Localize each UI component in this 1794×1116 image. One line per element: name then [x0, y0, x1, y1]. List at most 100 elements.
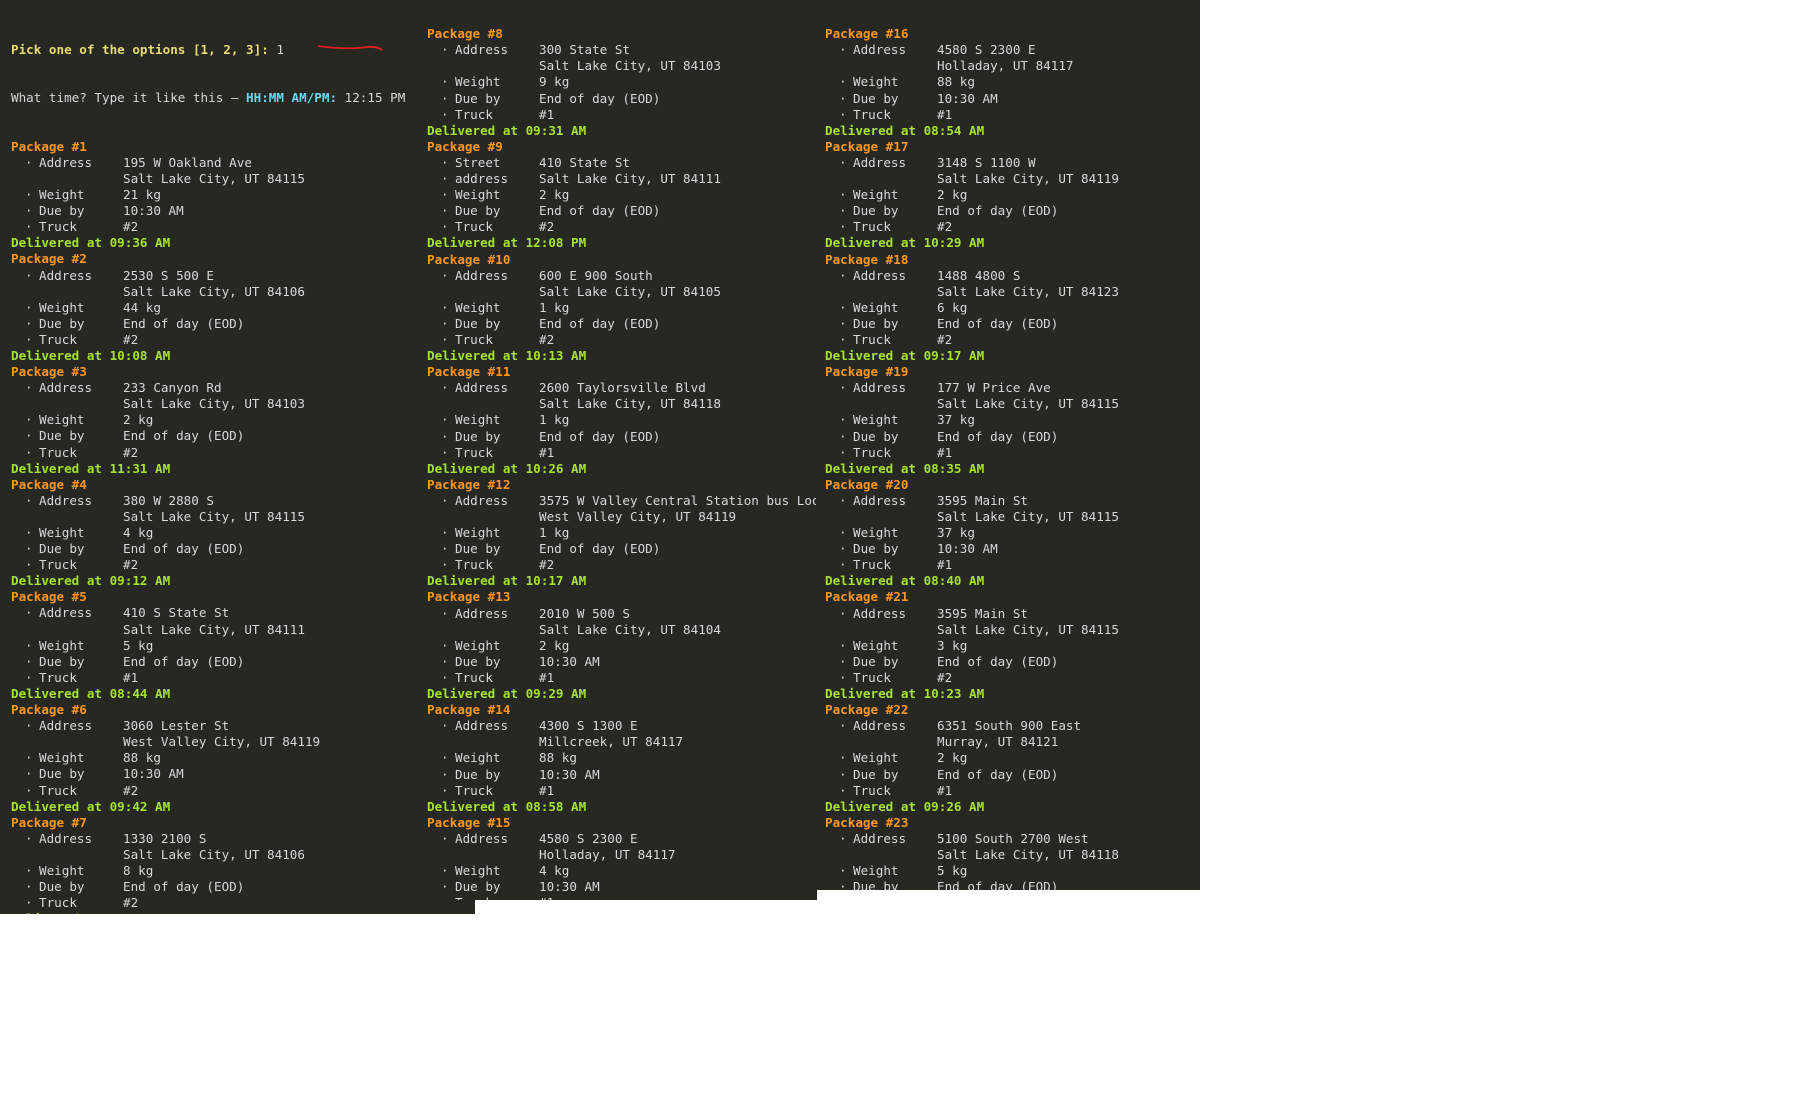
- bullet-icon: ·: [839, 557, 847, 573]
- field-label: Due by: [853, 653, 899, 669]
- field-label: Weight: [455, 299, 501, 315]
- field-value: West Valley City, UT 84119: [123, 734, 321, 750]
- package-block: Package #20 · Address 3595 Main St Salt Lake…: [825, 477, 1119, 590]
- field-label: Address: [39, 154, 93, 170]
- field-label: Truck: [455, 444, 493, 460]
- truck-row: ·Truck#1: [427, 107, 817, 123]
- delivered-status: Delivered at 09:31 AM: [427, 122, 587, 138]
- truck-row: ·Truck#1: [825, 557, 1119, 573]
- due-row: · Due by End of day (EOD): [427, 541, 817, 557]
- field-label: Weight: [455, 750, 501, 766]
- bullet-icon: ·: [441, 299, 449, 315]
- bullet-icon: ·: [441, 605, 449, 621]
- field-label: Due by: [39, 879, 85, 895]
- field-value: Salt Lake City, UT 84115: [123, 508, 305, 524]
- bullet-icon: ·: [441, 669, 449, 685]
- field-label: Weight: [39, 862, 85, 878]
- bullet-icon: ·: [441, 766, 449, 782]
- field-value: #2: [539, 331, 555, 347]
- field-value: 410 State St: [539, 154, 630, 170]
- due-row: · Due by End of day (EOD): [427, 429, 817, 445]
- bullet-icon: ·: [441, 525, 449, 541]
- package-block: Package #22 · Address 6351 South 900 East Mu…: [825, 702, 1119, 815]
- package-block: Package #10 · Address 600 E 900 South Salt L…: [427, 252, 817, 365]
- field-value: #1: [937, 557, 953, 573]
- bullet-icon: ·: [839, 154, 847, 170]
- field-label: Truck: [853, 331, 891, 347]
- bullet-icon: ·: [839, 428, 847, 444]
- address-row-2: Holladay, UT 84117: [427, 847, 817, 863]
- field-value: #2: [539, 219, 555, 235]
- field-value: Salt Lake City, UT 84103: [123, 396, 305, 412]
- weight-row: · Weight 37 kg: [825, 525, 1119, 541]
- field-label: Truck: [455, 331, 493, 347]
- bullet-icon: ·: [25, 895, 33, 911]
- bullet-icon: ·: [25, 782, 33, 798]
- due-row: · Due by End of day (EOD): [825, 767, 1119, 783]
- field-value: 2 kg: [937, 750, 968, 766]
- bullet-icon: ·: [441, 42, 449, 58]
- truck-row: · Truck #2: [825, 332, 1119, 348]
- field-value: 600 E 900 South: [539, 267, 653, 283]
- field-value: 3060 Lester St: [123, 718, 230, 734]
- field-value: Salt Lake City, UT 84105: [539, 283, 721, 299]
- field-value: #2: [539, 557, 555, 573]
- address-row: · Address 177 W Price Ave: [825, 380, 1119, 396]
- delivered-status: Delivered at 09:26 AM: [825, 798, 985, 814]
- package-title: Package #23: [825, 814, 909, 830]
- truck-row: · Truck #2: [427, 332, 817, 348]
- delivered-status: Delivered at 10:08 AM: [11, 347, 171, 363]
- weight-row: · Weight 5 kg: [825, 863, 1119, 879]
- field-value: End of day (EOD): [539, 90, 661, 106]
- bullet-icon: ·: [839, 541, 847, 557]
- field-value: 300 State St: [539, 42, 630, 58]
- bullet-icon: ·: [25, 331, 33, 347]
- weight-row: · Weight 3 kg: [825, 638, 1119, 654]
- field-label: Due by: [853, 428, 899, 444]
- field-label: Truck: [39, 669, 77, 685]
- field-value: 177 W Price Ave: [937, 380, 1051, 396]
- field-value: Salt Lake City, UT 84111: [539, 171, 721, 187]
- truck-row: ·Truck#1: [427, 895, 817, 900]
- address-row: · Address 3595 Main St: [825, 606, 1119, 622]
- truck-row: ·Truck#1: [427, 783, 817, 799]
- field-label: Due by: [455, 879, 501, 895]
- bullet-icon: ·: [839, 750, 847, 766]
- field-value: 88 kg: [123, 750, 161, 766]
- address-row: · Address 3575 W Valley Central Station bu…: [427, 493, 817, 509]
- address-row: · Address 2600 Taylorsville Blvd: [427, 380, 817, 396]
- field-label: Address: [853, 380, 907, 396]
- field-value: 88 kg: [539, 750, 577, 766]
- option-prompt: Pick one of the options [1, 2, 3]:: [11, 42, 269, 58]
- due-row: · Due by End of day (EOD): [427, 91, 817, 107]
- bullet-icon: ·: [441, 74, 449, 90]
- field-value: 4580 S 2300 E: [539, 830, 638, 846]
- bullet-icon: ·: [25, 605, 33, 621]
- field-value: 3148 S 1100 W: [937, 154, 1036, 170]
- bullet-icon: ·: [441, 653, 449, 669]
- package-title: Package #4: [11, 476, 87, 492]
- field-label: Truck: [853, 219, 891, 235]
- weight-row: · Weight 88 kg: [825, 74, 1119, 90]
- bullet-icon: ·: [839, 863, 847, 879]
- field-label: Due by: [455, 315, 501, 331]
- field-label: Due by: [853, 541, 899, 557]
- field-label: Address: [853, 830, 907, 846]
- bullet-icon: ·: [839, 106, 847, 122]
- address-row: · Address 3060 Lester St: [11, 718, 405, 734]
- field-label: Truck: [853, 106, 891, 122]
- field-value: 44 kg: [123, 299, 161, 315]
- field-label: Address: [39, 718, 93, 734]
- delivered-status: Delivered at 09:36 AM: [11, 235, 171, 251]
- bullet-icon: ·: [839, 492, 847, 508]
- address-row-2: Salt Lake City, UT 84106: [11, 284, 405, 300]
- bullet-icon: ·: [25, 718, 33, 734]
- bullet-icon: ·: [25, 299, 33, 315]
- bullet-icon: ·: [839, 380, 847, 396]
- field-value: #1: [123, 669, 139, 685]
